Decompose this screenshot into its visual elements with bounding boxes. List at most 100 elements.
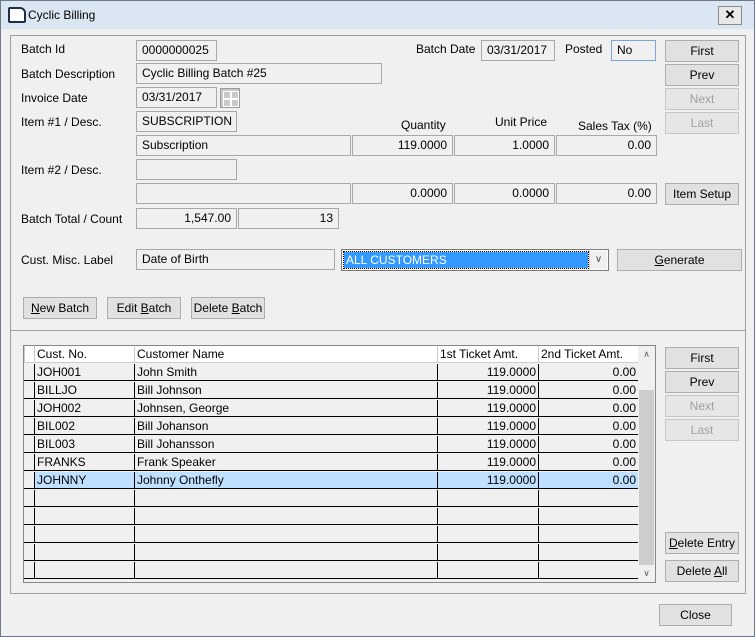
grid-cell: 119.0000 — [437, 472, 538, 489]
grid-cell: John Smith — [134, 364, 437, 381]
vertical-scrollbar[interactable]: ∧ ∨ — [638, 346, 655, 582]
grid-next-button[interactable]: Next — [665, 395, 739, 417]
empty-row[interactable] — [24, 562, 638, 580]
customer-filter-select[interactable]: ALL CUSTOMERS ∨ — [341, 249, 609, 271]
batch-total-label: Batch Total / Count — [21, 212, 123, 226]
grid-cell — [134, 562, 437, 579]
row-indicator[interactable] — [24, 436, 34, 453]
item2-code-field[interactable] — [136, 159, 237, 180]
row-indicator[interactable] — [24, 454, 34, 471]
empty-row[interactable] — [24, 544, 638, 562]
delete-entry-button[interactable]: Delete Entry — [665, 532, 739, 554]
empty-row[interactable] — [24, 490, 638, 508]
grid-cell — [34, 490, 134, 507]
grid-header[interactable]: Cust. No. Customer Name 1st Ticket Amt. 2nd… — [24, 346, 638, 364]
customer-grid[interactable]: Cust. No. Customer Name 1st Ticket Amt. 2nd… — [23, 345, 656, 583]
batch-description-field[interactable]: Cyclic Billing Batch #25 — [136, 63, 382, 84]
last-button[interactable]: Last — [665, 112, 739, 134]
item2-sales-tax-field[interactable]: 0.00 — [556, 183, 657, 204]
table-row[interactable]: BIL002 Bill Johanson 119.0000 0.00 — [24, 418, 638, 436]
item2-label: Item #2 / Desc. — [21, 163, 102, 177]
item-setup-button[interactable]: Item Setup — [665, 183, 739, 205]
item1-unit-price-field[interactable]: 1.0000 — [454, 135, 555, 156]
grid-cell — [134, 544, 437, 561]
chevron-down-icon[interactable]: ∨ — [589, 251, 607, 269]
row-indicator[interactable] — [24, 526, 34, 543]
row-indicator[interactable] — [24, 418, 34, 435]
grid-last-button[interactable]: Last — [665, 419, 739, 441]
grid-cell: Frank Speaker — [134, 454, 437, 471]
item1-sales-tax-field[interactable]: 0.00 — [556, 135, 657, 156]
divider — [11, 330, 745, 331]
next-button[interactable]: Next — [665, 88, 739, 110]
grid-cell: BIL002 — [34, 418, 134, 435]
grid-cell: 0.00 — [538, 364, 638, 381]
table-row[interactable]: JOH002 Johnsen, George 119.0000 0.00 — [24, 400, 638, 418]
item2-unit-price-field[interactable]: 0.0000 — [454, 183, 555, 204]
scroll-up-icon[interactable]: ∧ — [638, 346, 655, 363]
scroll-thumb[interactable] — [639, 390, 654, 565]
grid-cell: Bill Johansson — [134, 436, 437, 453]
delete-batch-button[interactable]: Delete Batch — [191, 297, 265, 319]
cust-misc-label-field[interactable]: Date of Birth — [136, 249, 335, 270]
empty-row[interactable] — [24, 508, 638, 526]
grid-cell — [538, 544, 638, 561]
row-indicator[interactable] — [24, 544, 34, 561]
grid-cell — [134, 490, 437, 507]
new-batch-button[interactable]: New Batch — [23, 297, 97, 319]
title-bar: Cyclic Billing ✕ — [1, 1, 754, 29]
grid-cell: 119.0000 — [437, 382, 538, 399]
grid-cell: 0.00 — [538, 418, 638, 435]
quantity-header: Quantity — [401, 118, 446, 132]
item2-quantity-field[interactable]: 0.0000 — [352, 183, 453, 204]
column-header: 1st Ticket Amt. — [437, 346, 538, 363]
table-row[interactable]: JOH001 John Smith 119.0000 0.00 — [24, 364, 638, 382]
item1-code-field[interactable]: SUBSCRIPTION — [136, 111, 237, 132]
grid-cell: 0.00 — [538, 454, 638, 471]
grid-cell — [34, 544, 134, 561]
row-indicator[interactable] — [24, 472, 34, 489]
unit-price-header: Unit Price — [495, 115, 548, 129]
row-indicator[interactable] — [24, 346, 34, 363]
grid-cell: Johnsen, George — [134, 400, 437, 417]
table-row[interactable]: BIL003 Bill Johansson 119.0000 0.00 — [24, 436, 638, 454]
table-row[interactable]: FRANKS Frank Speaker 119.0000 0.00 — [24, 454, 638, 472]
table-row[interactable]: JOHNNY Johnny Onthefly 119.0000 0.00 — [24, 472, 638, 490]
cust-misc-label-label: Cust. Misc. Label — [21, 253, 114, 267]
row-indicator[interactable] — [24, 382, 34, 399]
prev-button[interactable]: Prev — [665, 64, 739, 86]
row-indicator[interactable] — [24, 508, 34, 525]
grid-prev-button[interactable]: Prev — [665, 371, 739, 393]
grid-cell: JOHNNY — [34, 472, 134, 489]
item2-desc-field[interactable] — [136, 183, 351, 204]
window-close-button[interactable]: ✕ — [718, 6, 742, 25]
invoice-date-label: Invoice Date — [21, 91, 88, 105]
batch-id-field[interactable]: 0000000025 — [136, 40, 217, 61]
grid-cell — [34, 562, 134, 579]
row-indicator[interactable] — [24, 400, 34, 417]
delete-all-button[interactable]: Delete All — [665, 560, 739, 582]
calendar-icon[interactable] — [220, 88, 240, 108]
item1-desc-field[interactable]: Subscription — [136, 135, 351, 156]
batch-count-field: 13 — [238, 208, 339, 229]
item1-quantity-field[interactable]: 119.0000 — [352, 135, 453, 156]
sales-tax-header: Sales Tax (%) — [578, 119, 652, 133]
generate-button[interactable]: Generate — [617, 249, 742, 271]
table-row[interactable]: BILLJO Bill Johnson 119.0000 0.00 — [24, 382, 638, 400]
edit-batch-button[interactable]: Edit Batch — [107, 297, 181, 319]
grid-cell: Johnny Onthefly — [134, 472, 437, 489]
grid-first-button[interactable]: First — [665, 347, 739, 369]
row-indicator[interactable] — [24, 562, 34, 579]
grid-cell: Bill Johnson — [134, 382, 437, 399]
close-button[interactable]: Close — [659, 604, 732, 626]
grid-cell: 119.0000 — [437, 400, 538, 417]
invoice-date-field[interactable]: 03/31/2017 — [136, 87, 217, 108]
first-button[interactable]: First — [665, 40, 739, 62]
empty-row[interactable] — [24, 526, 638, 544]
scroll-down-icon[interactable]: ∨ — [638, 565, 655, 582]
batch-date-field[interactable]: 03/31/2017 — [481, 40, 555, 61]
row-indicator[interactable] — [24, 364, 34, 381]
row-indicator[interactable] — [24, 490, 34, 507]
grid-cell — [437, 562, 538, 579]
posted-field[interactable]: No — [611, 40, 656, 61]
